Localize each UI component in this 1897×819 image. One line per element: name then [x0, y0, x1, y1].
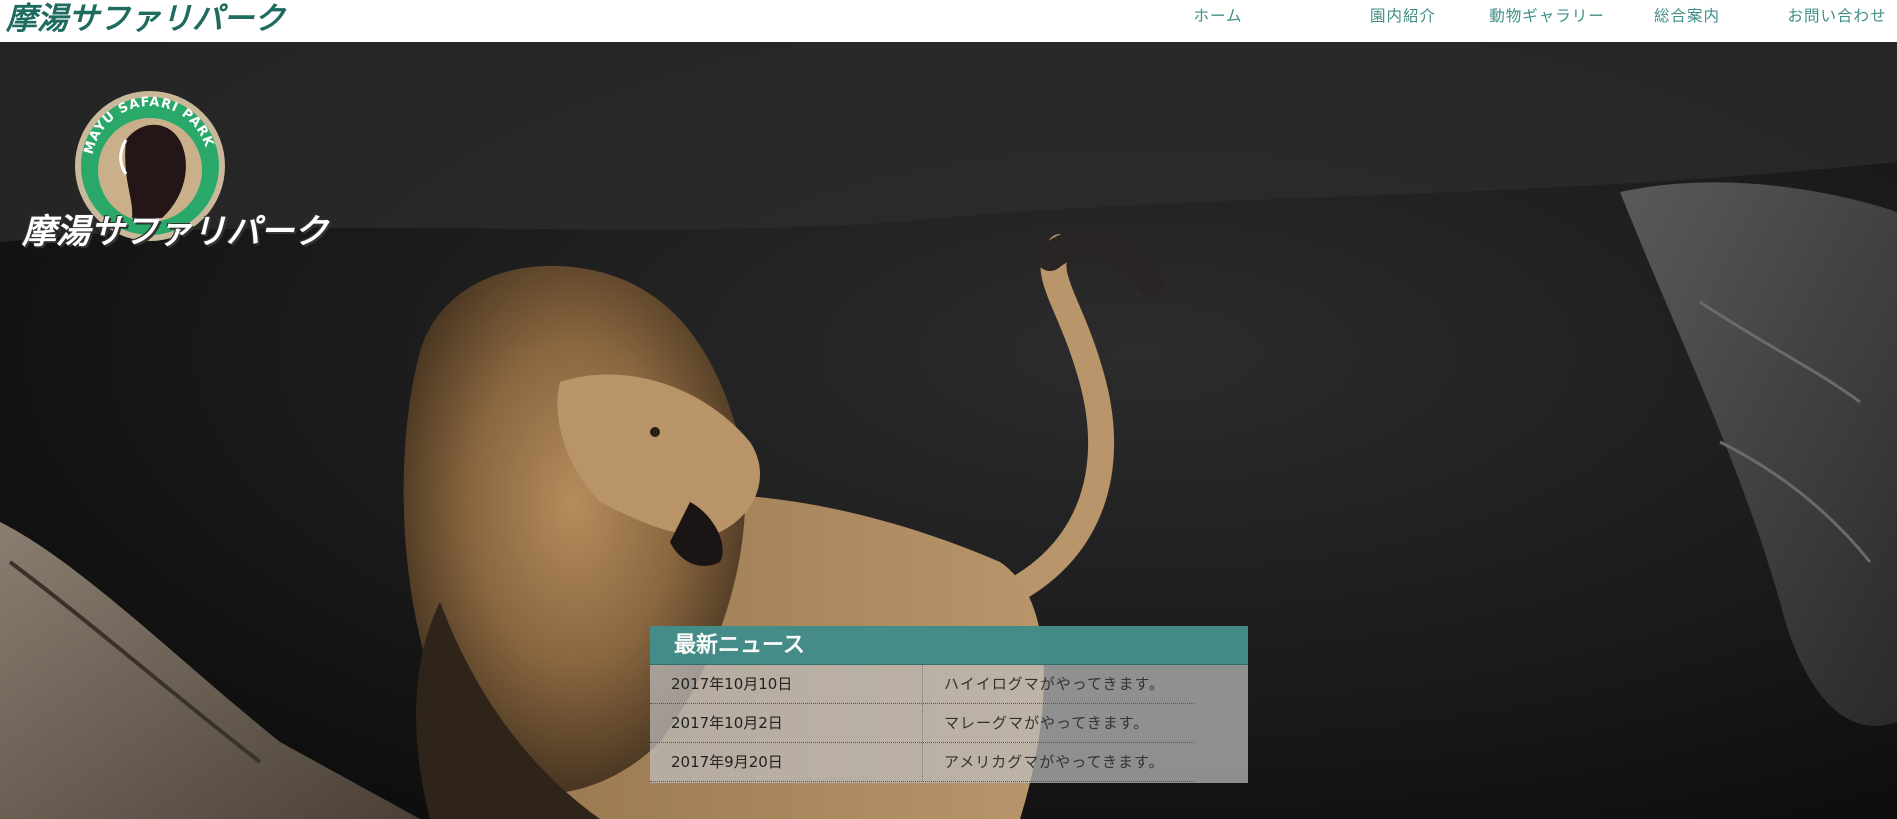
news-item[interactable]: 2017年10月2日 マレーグマがやってきます。	[650, 704, 1194, 743]
logo-text: 摩湯サファリパーク	[22, 212, 328, 252]
news-item-title[interactable]: ハイイログマがやってきます。	[944, 665, 1165, 703]
news-header: 最新ニュース	[650, 626, 1248, 665]
news-date: 2017年10月10日	[671, 675, 793, 693]
news-divider	[922, 704, 923, 742]
news-divider	[922, 743, 923, 781]
news-title: 最新ニュース	[674, 633, 805, 658]
news-item-title[interactable]: アメリカグマがやってきます。	[944, 743, 1165, 781]
nav-general-info[interactable]: 総合案内	[1627, 0, 1747, 34]
news-list: 2017年10月10日 ハイイログマがやってきます。 2017年10月2日 マレ…	[650, 665, 1194, 782]
news-date: 2017年9月20日	[671, 753, 783, 771]
hero-image: MAYU SAFARI PARK 摩湯サファリパーク 最新ニュース 2017年1…	[0, 42, 1897, 819]
news-date: 2017年10月2日	[671, 714, 783, 732]
nav-contact[interactable]: お問い合わせ	[1777, 0, 1897, 34]
latest-news-panel: 最新ニュース 2017年10月10日 ハイイログマがやってきます。 2017年1…	[650, 626, 1248, 783]
news-item[interactable]: 2017年10月10日 ハイイログマがやってきます。	[650, 665, 1194, 704]
site-brand[interactable]: 摩湯サファリパーク	[6, 0, 285, 38]
nav-park-intro[interactable]: 園内紹介	[1343, 0, 1463, 34]
news-item[interactable]: 2017年9月20日 アメリカグマがやってきます。	[650, 743, 1194, 782]
main-nav: ホーム 園内紹介 動物ギャラリー 総合案内 お問い合わせ	[1155, 0, 1897, 34]
top-header: 摩湯サファリパーク ホーム 園内紹介 動物ギャラリー 総合案内 お問い合わせ	[0, 0, 1897, 42]
nav-animal-gallery[interactable]: 動物ギャラリー	[1487, 0, 1607, 34]
news-item-title[interactable]: マレーグマがやってきます。	[944, 704, 1149, 742]
nav-home[interactable]: ホーム	[1155, 0, 1281, 34]
news-divider	[922, 665, 923, 703]
